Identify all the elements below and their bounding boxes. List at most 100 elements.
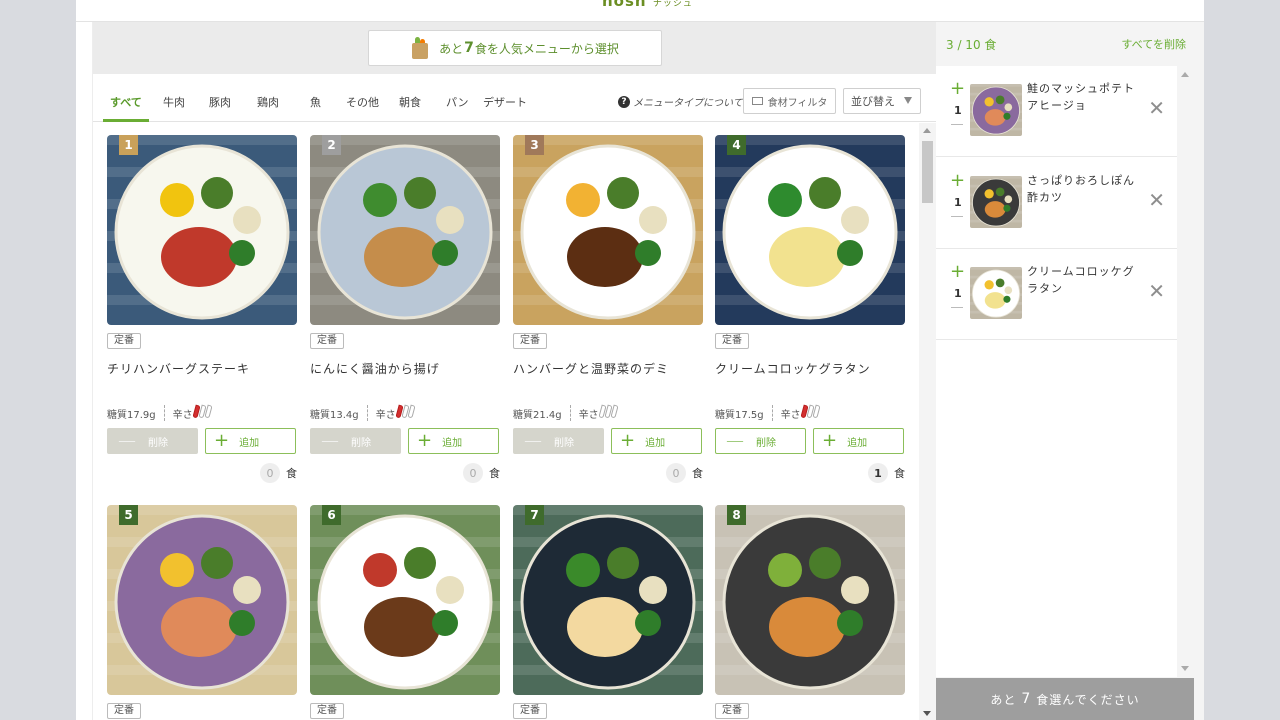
rank-badge: 5	[119, 505, 138, 525]
quantity-value: 0	[463, 463, 483, 483]
dish-photo	[715, 135, 905, 325]
remove-item-icon[interactable]: ✕	[1148, 281, 1165, 301]
cart-scrollbar[interactable]	[1177, 66, 1194, 677]
nutrition-info: 糖質17.9g 辛さ	[107, 404, 213, 421]
minus-icon: —	[524, 430, 542, 451]
category-tag: 定番	[715, 703, 749, 719]
add-button[interactable]: + 追加	[813, 428, 904, 454]
scroll-up-icon[interactable]	[923, 128, 931, 133]
carb-value: 糖質17.5g	[715, 409, 764, 421]
minus-icon: —	[726, 430, 744, 451]
tab-fish[interactable]: 魚	[310, 94, 321, 110]
quantity-value: 0	[666, 463, 686, 483]
cart-item-thumb	[970, 84, 1022, 136]
tab-dessert[interactable]: デザート	[483, 94, 527, 110]
cart-item-name: 鮭のマッシュポテトアヒージョ	[1027, 82, 1135, 112]
question-icon: ?	[618, 95, 630, 108]
category-tabs: すべて 牛肉 豚肉 鶏肉 魚 その他 朝食 パン デザート ? メニュータイプにつ…	[93, 74, 936, 122]
add-button[interactable]: + 追加	[408, 428, 499, 454]
cart-item: + 1 鮭のマッシュポテトアヒージョ ✕	[936, 66, 1177, 157]
increase-icon[interactable]: +	[950, 80, 965, 98]
tab-breakfast[interactable]: 朝食	[399, 94, 421, 110]
cart-item-name: クリームコロッケグラタン	[1027, 265, 1135, 295]
remove-label: 削除	[351, 437, 371, 449]
decrease-icon[interactable]	[951, 124, 963, 125]
scroll-down-icon[interactable]	[1181, 666, 1189, 671]
menu-type-help-link[interactable]: ? メニュータイプについて	[618, 94, 743, 109]
spice-label: 辛さ	[578, 409, 599, 421]
rank-badge: 6	[322, 505, 341, 525]
rank-badge: 1	[119, 135, 138, 155]
plus-icon: +	[214, 430, 230, 451]
tab-other[interactable]: その他	[346, 94, 379, 110]
cart-item-qty: 1	[954, 196, 962, 209]
cart-item-name: さっぱりおろしぽん酢カツ	[1027, 174, 1135, 204]
tab-beef[interactable]: 牛肉	[163, 94, 185, 110]
spice-level	[192, 404, 213, 421]
remove-button[interactable]: — 削除	[715, 428, 806, 454]
add-button[interactable]: + 追加	[205, 428, 296, 454]
quantity-unit: 食	[692, 467, 703, 480]
dish-photo	[107, 505, 297, 695]
spice-level	[800, 404, 821, 421]
dish-name: にんにく醤油から揚げ	[310, 362, 440, 376]
tab-bread[interactable]: パン	[446, 94, 469, 110]
remove-item-icon[interactable]: ✕	[1148, 98, 1165, 118]
plus-icon: +	[417, 430, 433, 451]
dish-photo	[310, 505, 500, 695]
decrease-icon[interactable]	[951, 216, 963, 217]
menu-scrollbar[interactable]	[919, 123, 936, 720]
logo[interactable]: nosh ナッシュ	[602, 0, 693, 10]
select-popular-button[interactable]: あと 7 食を人気メニューから選択	[368, 30, 662, 66]
active-tab-indicator	[103, 119, 149, 122]
ingredient-filter-button[interactable]: 食材フィルタ	[743, 88, 836, 114]
increase-icon[interactable]: +	[950, 263, 965, 281]
clear-all-button[interactable]: すべてを削除	[1121, 36, 1186, 52]
dish-illustration	[107, 505, 297, 695]
tab-chicken[interactable]: 鶏肉	[257, 94, 279, 110]
remove-button[interactable]: — 削除	[107, 428, 198, 454]
tab-pork[interactable]: 豚肉	[209, 94, 231, 110]
spice-level	[598, 404, 619, 421]
dish-photo	[513, 505, 703, 695]
rank-badge: 7	[525, 505, 544, 525]
spice-level	[395, 404, 416, 421]
footer-suffix: 食選んでください	[1036, 692, 1140, 707]
carb-value: 糖質21.4g	[513, 409, 562, 421]
tab-all[interactable]: すべて	[110, 94, 142, 110]
category-tag: 定番	[310, 333, 344, 349]
remove-button[interactable]: — 削除	[310, 428, 401, 454]
checkout-button[interactable]: あと 7 食選んでください	[936, 678, 1194, 720]
plus-icon: +	[620, 430, 636, 451]
quantity-value: 0	[260, 463, 280, 483]
remove-button[interactable]: — 削除	[513, 428, 604, 454]
dish-name: ハンバーグと温野菜のデミ	[513, 362, 670, 376]
carb-value: 糖質17.9g	[107, 409, 156, 421]
quantity: 0食	[666, 463, 703, 483]
rank-badge: 8	[727, 505, 746, 525]
scroll-up-icon[interactable]	[1181, 72, 1189, 77]
increase-icon[interactable]: +	[950, 172, 965, 190]
remove-label: 削除	[148, 437, 168, 449]
help-label: メニュータイプについて	[633, 98, 743, 109]
add-label: 追加	[442, 437, 463, 449]
sort-select[interactable]: 並び替え	[843, 88, 921, 114]
cart-item-qty: 1	[954, 287, 962, 300]
top-bar: nosh ナッシュ	[76, 0, 1204, 22]
decrease-icon[interactable]	[951, 307, 963, 308]
remove-item-icon[interactable]: ✕	[1148, 190, 1165, 210]
scroll-thumb[interactable]	[922, 141, 933, 203]
dish-illustration	[513, 135, 703, 325]
quantity-unit: 食	[894, 467, 905, 480]
add-label: 追加	[847, 437, 868, 449]
quantity: 0食	[463, 463, 500, 483]
cart-item: + 1 クリームコロッケグラタン ✕	[936, 249, 1177, 340]
footer-prefix: あと	[990, 692, 1017, 707]
nutrition-info: 糖質13.4g 辛さ	[310, 404, 416, 421]
rank-badge: 2	[322, 135, 341, 155]
category-tag: 定番	[107, 703, 141, 719]
scroll-down-icon[interactable]	[923, 711, 931, 716]
add-button[interactable]: + 追加	[611, 428, 702, 454]
banner-prefix: あと	[439, 41, 464, 56]
menu-panel: あと 7 食を人気メニューから選択 すべて 牛肉 豚肉 鶏肉 魚 その他 朝食 パン…	[93, 22, 936, 720]
